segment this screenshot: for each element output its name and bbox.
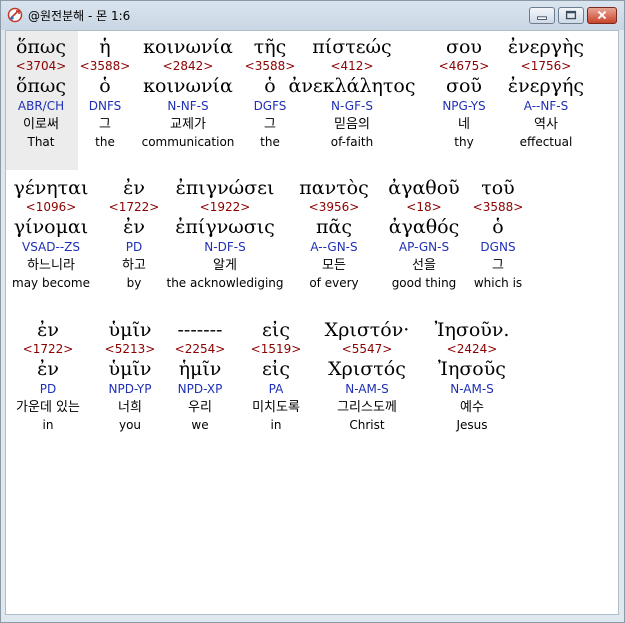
greek-word[interactable]: ἐνεργὴς [471, 35, 618, 59]
parsing-code: A--NF-S [523, 99, 569, 113]
app-window: @원전분해 - 몬 1:6 ὅπως <3704> ὅπως ABR/CH 이로써 Tha… [0, 0, 625, 623]
close-button[interactable] [587, 7, 617, 24]
close-icon [597, 10, 607, 20]
window-title: @원전분해 - 몬 1:6 [28, 9, 131, 23]
minimize-button[interactable] [529, 7, 555, 24]
korean-gloss: 그 [492, 258, 504, 273]
korean-gloss: 역사 [534, 117, 558, 132]
app-icon[interactable] [7, 7, 23, 23]
lemma: ὁ [492, 216, 504, 238]
english-gloss: effectual [519, 135, 573, 149]
strong-number[interactable]: <3588> [423, 200, 573, 215]
minimize-icon [537, 16, 547, 20]
strong-number[interactable]: <2424> [397, 342, 547, 357]
english-gloss: which is [473, 276, 523, 290]
english-gloss: Jesus [456, 418, 488, 432]
parsing-code: N-AM-S [450, 382, 494, 396]
maximize-button[interactable] [558, 7, 584, 24]
greek-word[interactable]: Ἰησοῦν. [397, 318, 547, 342]
greek-word[interactable]: τοῦ [423, 176, 573, 200]
strong-number[interactable]: <1756> [471, 59, 618, 74]
title-bar[interactable]: @원전분해 - 몬 1:6 [1, 1, 624, 30]
lemma: Ἰησοῦς [438, 358, 506, 380]
parsing-code: DGNS [480, 240, 516, 254]
korean-gloss: 예수 [460, 400, 484, 415]
lemma: ἐνεργής [507, 75, 585, 97]
maximize-icon [565, 10, 577, 20]
interlinear-panel[interactable]: ὅπως <3704> ὅπως ABR/CH 이로써 That ἡ <3588> ὁ DNFS 그… [5, 30, 619, 615]
